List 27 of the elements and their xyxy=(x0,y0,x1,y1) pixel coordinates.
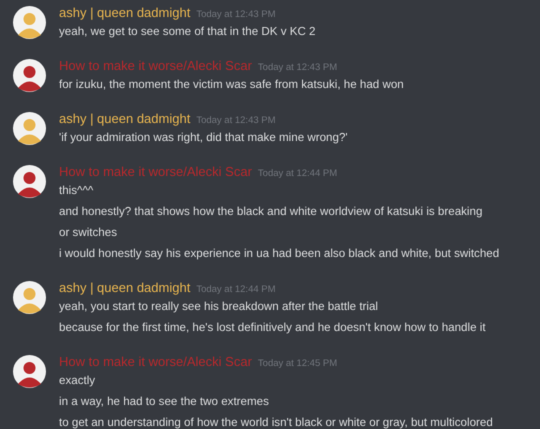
message-text: to get an understanding of how the world isn't black or white or gray, but multicolored xyxy=(59,415,493,429)
username[interactable]: ashy | queen dadmight xyxy=(59,5,190,21)
message-text: yeah, we get to see some of that in the DK v KC 2 xyxy=(59,24,316,40)
message-text: this^^^ xyxy=(59,183,94,199)
message-text: yeah, you start to really see his breakdown after the battle trial xyxy=(59,299,379,315)
avatar-icon[interactable] xyxy=(13,6,46,39)
timestamp: Today at 12:43 PM xyxy=(196,8,276,22)
message-text: because for the first time, he's lost definitively and he doesn't know how to handle it xyxy=(59,320,486,336)
message-text: 'if your admiration was right, did that make mine wrong?' xyxy=(59,130,348,146)
message-text: and honestly? that shows how the black and white worldview of katsuki is breaking xyxy=(59,204,484,220)
message-text: exactly xyxy=(59,373,96,389)
avatar-icon[interactable] xyxy=(13,112,46,145)
timestamp: Today at 12:43 PM xyxy=(258,61,338,75)
username[interactable]: ashy | queen dadmight xyxy=(59,111,190,127)
timestamp: Today at 12:43 PM xyxy=(196,114,276,128)
message-text: for izuku, the moment the victim was safe from katsuki, he had won xyxy=(59,77,404,93)
avatar-icon[interactable] xyxy=(13,355,46,388)
message-text: i would honestly say his experience in ua had been also black and white, but switched xyxy=(59,246,500,262)
message-text: in a way, he had to see the two extremes xyxy=(59,394,270,410)
message-text: or switches xyxy=(59,225,118,241)
username[interactable]: ashy | queen dadmight xyxy=(59,280,190,296)
avatar-icon[interactable] xyxy=(13,281,46,314)
timestamp: Today at 12:44 PM xyxy=(258,167,338,181)
avatar-icon[interactable] xyxy=(13,165,46,198)
timestamp: Today at 12:44 PM xyxy=(196,283,276,297)
timestamp: Today at 12:45 PM xyxy=(258,357,338,371)
avatar-icon[interactable] xyxy=(13,59,46,92)
